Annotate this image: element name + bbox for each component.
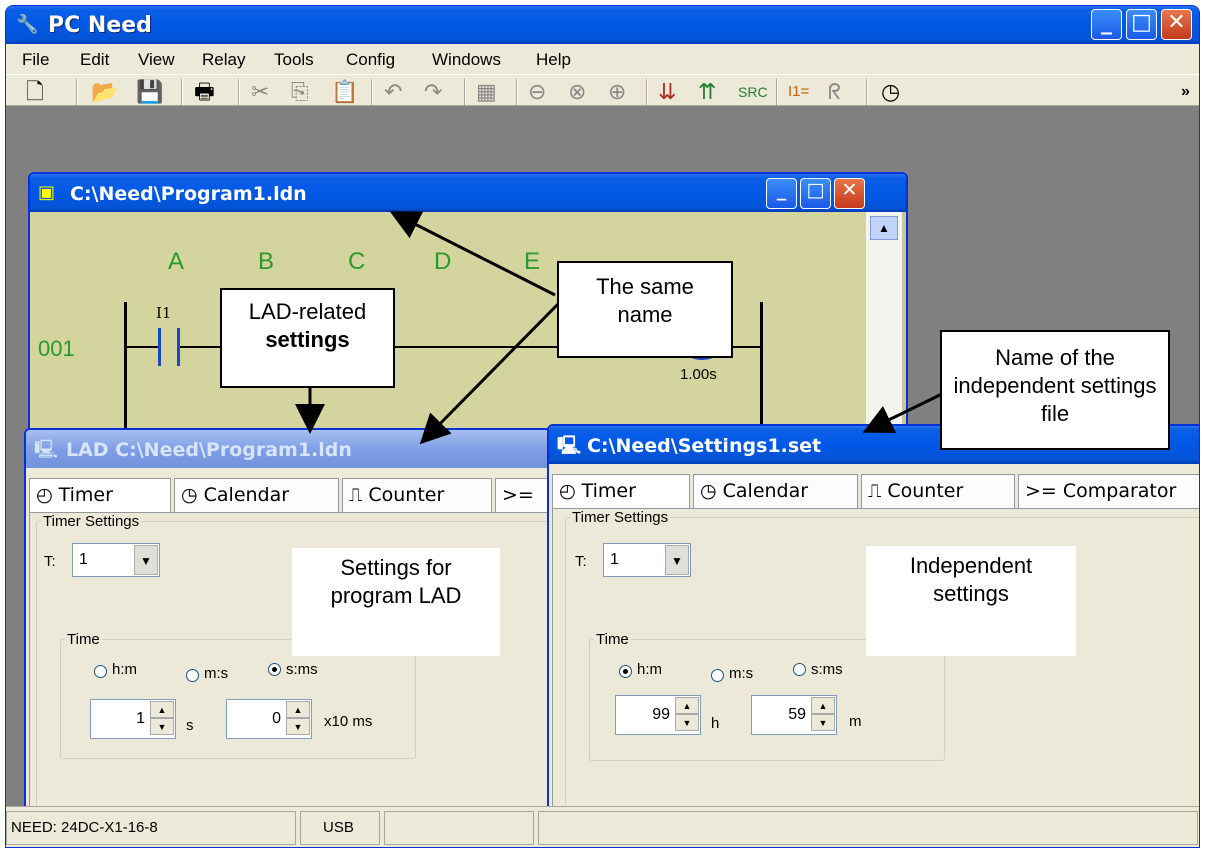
settings-file-name-callout: Name of the independent settings file	[940, 330, 1170, 450]
lad-related-text: LAD-related	[248, 299, 367, 324]
settings-for-lad-label: Settings for program LAD	[292, 548, 500, 656]
arrow-to-ladder-title	[389, 211, 556, 297]
arrow-to-lad-title	[419, 300, 562, 445]
lad-related-bold-text: settings	[265, 327, 350, 352]
lad-related-callout: LAD-related settings	[220, 288, 395, 388]
arrow-to-settings-file	[862, 390, 947, 433]
independent-settings-label: Independent settings	[866, 546, 1076, 656]
same-name-callout: The same name	[557, 261, 733, 358]
